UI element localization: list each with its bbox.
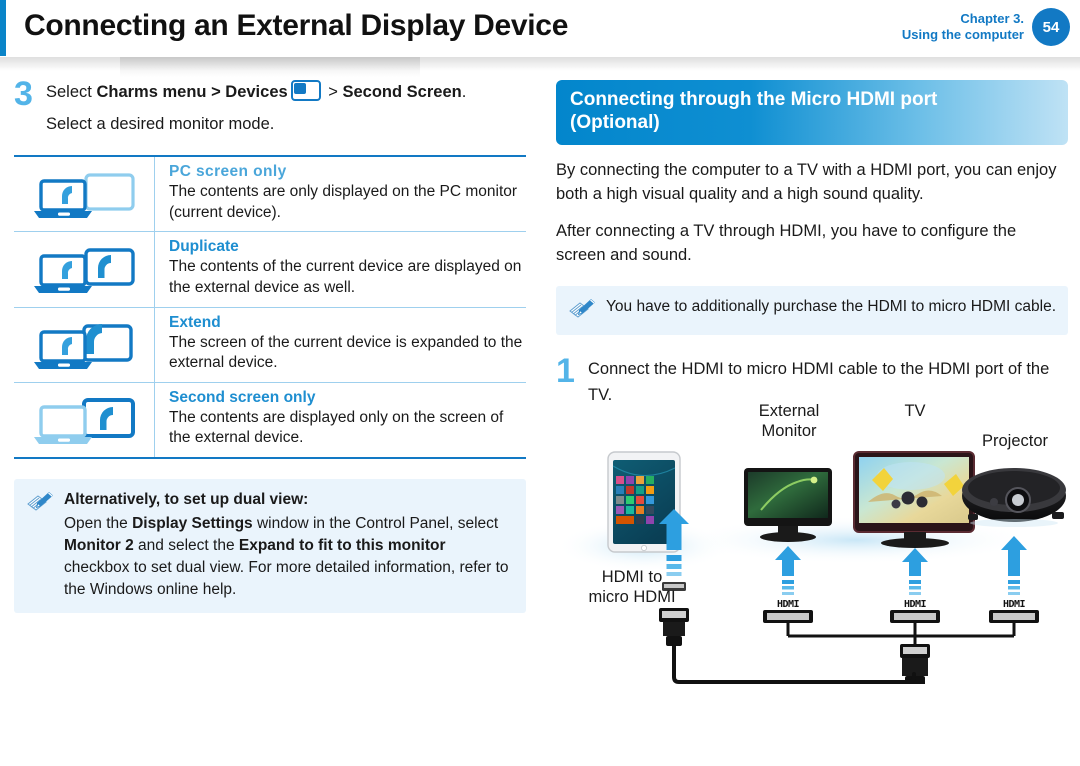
note-box-hdmi-cable: You have to additionally purchase the HD… xyxy=(556,286,1068,336)
table-row: Second screen only The contents are disp… xyxy=(14,381,526,459)
paragraph-1: By connecting the computer to a TV with … xyxy=(556,160,1057,203)
svg-text:HDMI: HDMI xyxy=(904,599,927,610)
section-heading: Connecting through the Micro HDMI port (… xyxy=(556,80,1068,145)
mode-description: The contents are displayed only on the s… xyxy=(169,408,504,447)
mode-title: Extend xyxy=(169,313,221,331)
note-text: You have to additionally purchase the HD… xyxy=(606,298,1057,316)
mode-title: Second screen only xyxy=(169,388,316,406)
chapter-number-label: Chapter 3. xyxy=(960,10,1024,26)
mode-icon-extend xyxy=(14,307,155,382)
note-bold-2: Monitor 2 xyxy=(64,537,134,554)
note-text-1: Open the xyxy=(64,515,133,532)
note-text-2: window in the Control Panel, select xyxy=(252,515,499,532)
mode-description: The screen of the current device is expa… xyxy=(169,333,523,372)
projector-device xyxy=(962,468,1066,528)
laptop-active-monitor-inactive-icon xyxy=(34,173,135,219)
right-column: Connecting through the Micro HDMI port (… xyxy=(556,80,1068,687)
mode-title: PC screen only xyxy=(169,163,287,181)
note-title: Alternatively, to set up dual view: xyxy=(64,491,309,508)
step-3-text-pre: Select xyxy=(46,83,97,101)
svg-text:HDMI: HDMI xyxy=(1003,599,1026,610)
table-row: Extend The screen of the current device … xyxy=(14,306,526,382)
label-external-monitor-line1: External xyxy=(758,402,820,421)
step-1-text: Connect the HDMI to micro HDMI cable to … xyxy=(588,360,1050,404)
mode-text-extend: Extend The screen of the current device … xyxy=(155,308,526,382)
step-3-line-1: Select Charms menu > Devices > Second Sc… xyxy=(46,80,526,106)
table-row: PC screen only The contents are only dis… xyxy=(14,155,526,232)
display-mode-table: PC screen only The contents are only dis… xyxy=(14,155,526,459)
page-title: Connecting an External Display Device xyxy=(24,9,569,42)
label-hdmi-cable-line2: micro HDMI xyxy=(588,588,676,607)
step-3-number: 3 xyxy=(14,75,33,113)
hdmi-cable-path xyxy=(672,644,916,685)
step-3-bold-2: Second Screen xyxy=(342,83,462,101)
header-shadow-secondary xyxy=(120,57,420,77)
note-pencil-icon xyxy=(27,492,53,511)
step-3-text-mid: > xyxy=(323,83,343,101)
step-3: 3 Select Charms menu > Devices > Second … xyxy=(14,75,526,137)
laptop-inactive-monitor-active-icon xyxy=(34,397,135,444)
mode-text-pc-screen-only: PC screen only The contents are only dis… xyxy=(155,157,526,231)
step-3-line-2: Select a desired monitor mode. xyxy=(46,114,275,133)
mode-icon-duplicate xyxy=(14,232,155,307)
mode-text-second-screen-only: Second screen only The contents are disp… xyxy=(155,383,526,457)
svg-text:HDMI: HDMI xyxy=(777,599,800,610)
section-heading-line-1: Connecting through the Micro HDMI port xyxy=(570,89,938,110)
step-1-number: 1 xyxy=(556,352,575,391)
note-body: Alternatively, to set up dual view: Open… xyxy=(64,489,514,601)
chapter-lines: Chapter 3. Using the computer xyxy=(902,11,1024,44)
label-tv: TV xyxy=(904,402,926,421)
label-hdmi-cable: HDMI to micro HDMI xyxy=(572,568,692,608)
note-pencil-icon xyxy=(569,299,595,318)
hdmi-diagram-svg: HDMI HDMI HDMI xyxy=(556,451,1066,687)
laptop-active-monitor-extend-icon xyxy=(34,323,133,369)
step-1: 1 Connect the HDMI to micro HDMI cable t… xyxy=(556,352,1068,408)
hdmi-connection-diagram: HDMI HDMI HDMI External Monitor TV Proje… xyxy=(556,402,1068,687)
note-text-4: checkbox to set dual view. For more deta… xyxy=(64,559,509,598)
chapter-name-label: Using the computer xyxy=(901,27,1024,42)
label-projector: Projector xyxy=(981,432,1049,451)
page-header: Connecting an External Display Device Ch… xyxy=(0,0,1080,60)
section-heading-line-2: (Optional) xyxy=(570,111,660,133)
label-external-monitor-line2: Monitor xyxy=(761,422,817,441)
note-bold-3: Expand to fit to this monitor xyxy=(238,537,446,554)
mode-icon-pc-screen-only xyxy=(14,157,155,232)
devices-charm-icon xyxy=(290,80,321,101)
header-accent-bar xyxy=(0,0,6,56)
mode-title: Duplicate xyxy=(169,238,239,256)
note-bold-1: Display Settings xyxy=(132,515,253,532)
label-hdmi-cable-line1: HDMI to xyxy=(601,568,663,587)
left-column: 3 Select Charms menu > Devices > Second … xyxy=(14,75,526,613)
note-box-dual-view: Alternatively, to set up dual view: Open… xyxy=(14,479,526,613)
step-3-text-post: . xyxy=(461,83,467,101)
mode-text-duplicate: Duplicate The contents of the current de… xyxy=(155,232,526,306)
step-3-bold-1: Charms menu > Devices xyxy=(96,83,288,101)
header-chapter-block: Chapter 3. Using the computer 54 xyxy=(902,8,1070,46)
laptop-active-monitor-active-icon xyxy=(34,248,135,294)
mode-description: The contents of the current device are d… xyxy=(169,258,522,296)
table-row: Duplicate The contents of the current de… xyxy=(14,231,526,307)
mode-icon-second-screen-only xyxy=(14,382,155,457)
note-text-3: and select the xyxy=(133,537,239,554)
step-3-body: Select Charms menu > Devices > Second Sc… xyxy=(46,80,526,137)
mode-description: The contents are only displayed on the P… xyxy=(169,183,518,221)
page-number-badge: 54 xyxy=(1032,8,1070,46)
paragraph-2: After connecting a TV through HDMI, you … xyxy=(556,222,1017,265)
label-external-monitor: External Monitor xyxy=(734,402,844,442)
hdmi-plug-tablet xyxy=(659,608,689,647)
